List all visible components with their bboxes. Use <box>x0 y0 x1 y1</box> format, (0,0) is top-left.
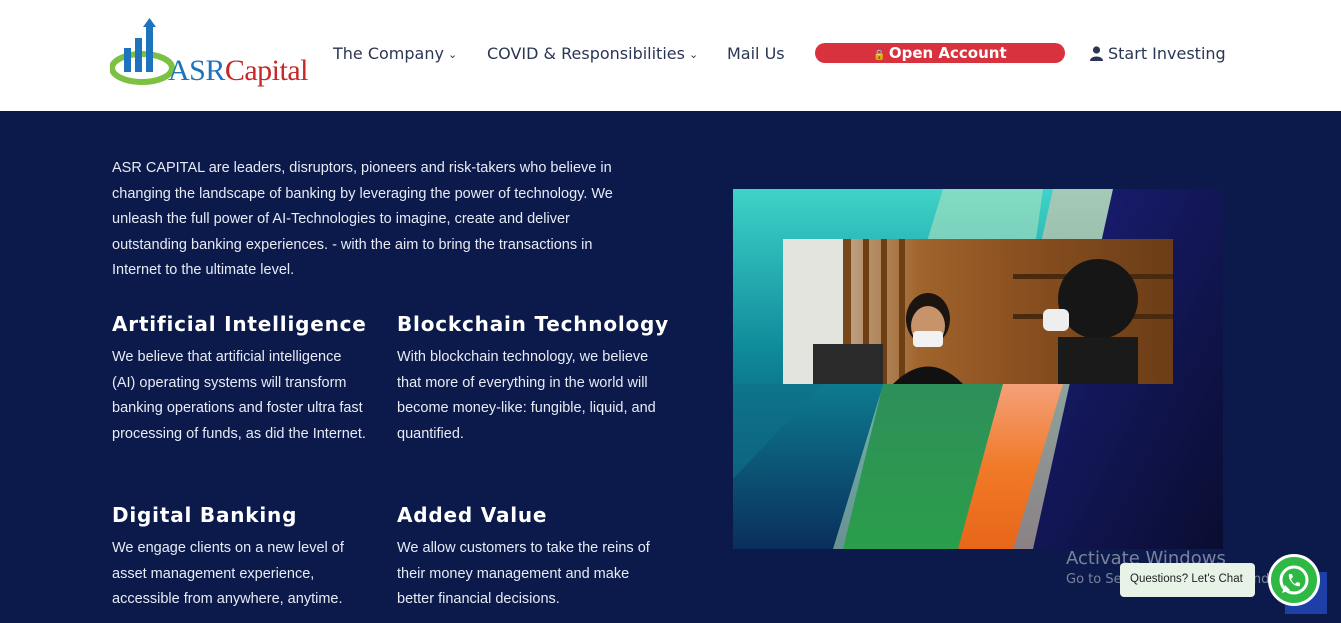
open-account-button[interactable]: 🔒 Open Account <box>815 43 1065 63</box>
logo-text-asr: ASR <box>168 54 225 87</box>
start-investing-link[interactable]: Start Investing <box>1090 44 1226 63</box>
chat-prompt[interactable]: Questions? Let's Chat <box>1120 563 1255 597</box>
feature-title-ai: Artificial Intelligence <box>112 312 367 336</box>
logo-text-capital: Capital <box>224 54 309 87</box>
feature-title-added-value: Added Value <box>397 503 548 527</box>
user-icon <box>1090 46 1103 61</box>
nav-covid-responsibilities[interactable]: COVID & Responsibilities ⌄ <box>487 44 698 63</box>
nav-mail-us[interactable]: Mail Us <box>727 44 785 63</box>
lock-icon: 🔒 <box>873 50 886 61</box>
feature-title-blockchain: Blockchain Technology <box>397 312 670 336</box>
intro-paragraph: ASR CAPITAL are leaders, disruptors, pio… <box>112 160 613 278</box>
chevron-down-icon: ⌄ <box>688 48 699 61</box>
asr-capital-logo[interactable]: ASRCapital <box>109 18 320 94</box>
nav-label: The Company <box>333 44 444 63</box>
whatsapp-icon <box>1279 565 1309 595</box>
hero-image <box>733 189 1223 549</box>
feature-text-digital-banking: We engage clients on a new level of asse… <box>112 540 344 607</box>
feature-title-digital-banking: Digital Banking <box>112 503 298 527</box>
feature-text-blockchain: With blockchain technology, we believe t… <box>397 349 656 442</box>
feature-text-added-value: We allow customers to take the reins of … <box>397 540 650 607</box>
nav-label: COVID & Responsibilities <box>487 44 685 63</box>
whatsapp-chat-button[interactable] <box>1268 554 1320 606</box>
feature-text-ai: We believe that artificial intelligence … <box>112 349 366 442</box>
nav-label: Mail Us <box>727 44 785 63</box>
open-account-label: Open Account <box>888 44 1007 62</box>
site-header: ASRCapital The Company ⌄ COVID & Responsi… <box>0 0 1341 111</box>
chevron-down-icon: ⌄ <box>447 48 458 61</box>
start-investing-label: Start Investing <box>1108 44 1226 63</box>
nav-the-company[interactable]: The Company ⌄ <box>333 44 457 63</box>
